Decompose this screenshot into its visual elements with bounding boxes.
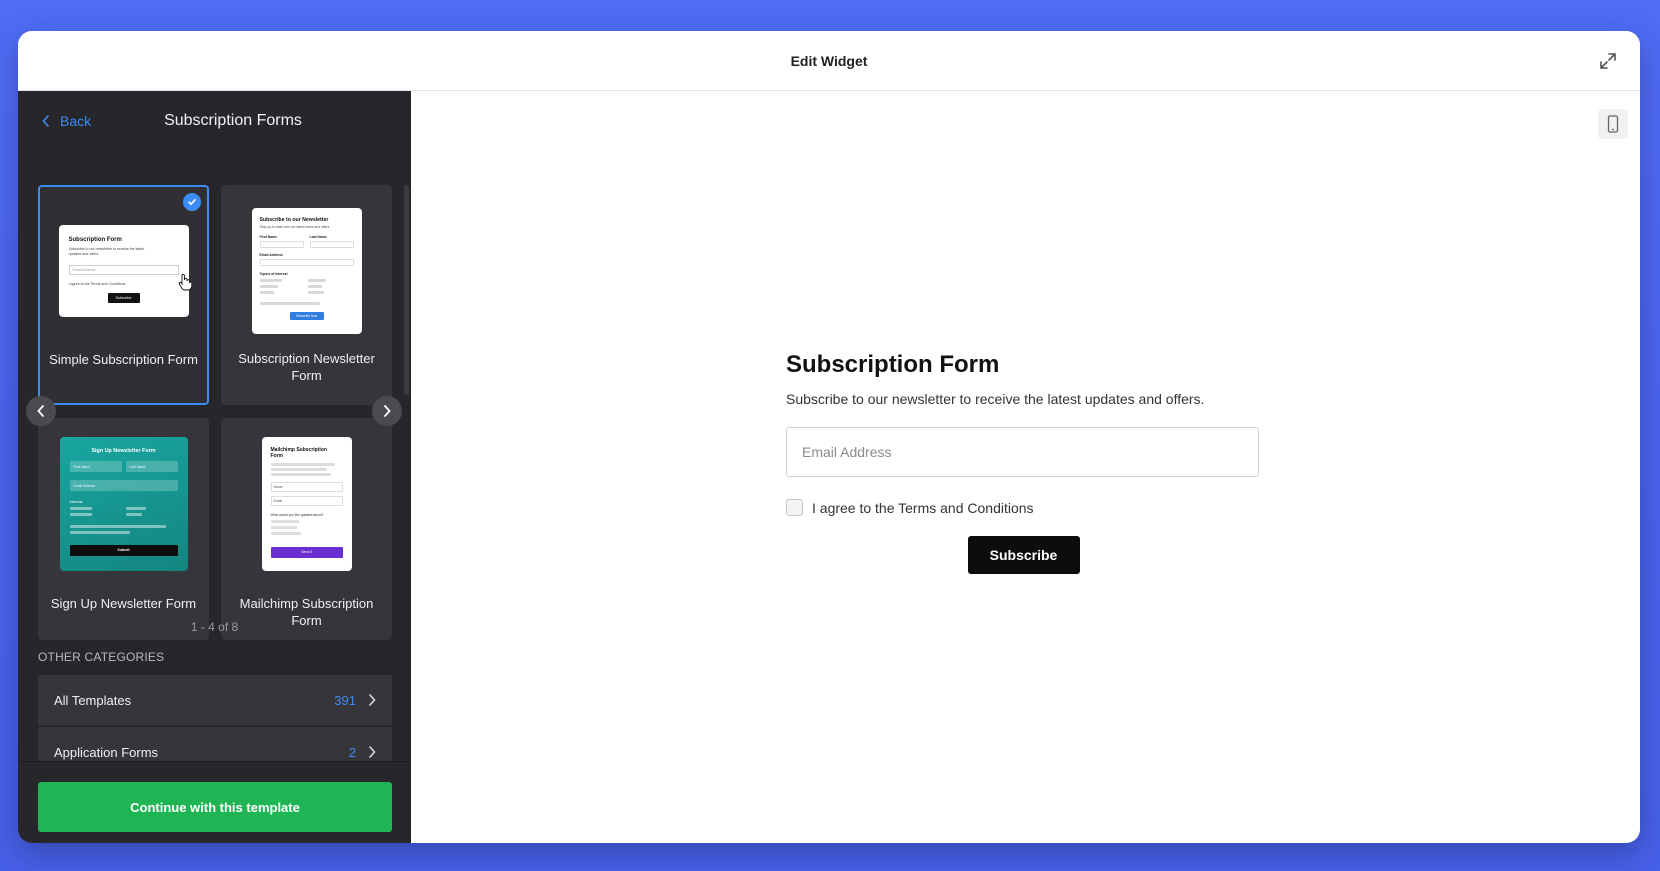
thumb-desc: Subscribe to our newsletter to receive t… [68, 247, 145, 256]
thumb-email: Email Address [73, 484, 96, 488]
thumb-field-label: Email Address [72, 268, 96, 272]
sidebar-title: Subscription Forms [164, 112, 302, 129]
template-thumbnail: Subscription Form Subscribe to our newsl… [58, 225, 189, 317]
thumb-title: Mailchimp Subscription Form [270, 447, 327, 459]
thumb-button-label: Subscribe [115, 296, 132, 300]
mobile-view-button[interactable] [1598, 109, 1628, 139]
thumb-option [69, 507, 92, 510]
template-card-simple-subscription[interactable]: Subscription Form Subscribe to our newsl… [38, 185, 209, 405]
chevron-right-icon [369, 746, 376, 758]
template-card-subscription-newsletter[interactable]: Subscribe to our Newsletter Stay up-to-d… [221, 185, 392, 405]
modal-title: Edit Widget [790, 53, 868, 69]
template-card-mailchimp-subscription[interactable]: Mailchimp Subscription Form Name Email W… [221, 418, 392, 640]
selected-check-icon [183, 193, 201, 211]
template-label: Simple Subscription Form [49, 352, 198, 367]
thumb-desc-line [270, 463, 335, 466]
terms-label: I agree to the Terms and Conditions [812, 499, 1034, 516]
form-title: Subscription Form [786, 351, 1000, 378]
thumb-option [259, 302, 320, 305]
thumb-option [259, 291, 274, 294]
template-label: Sign Up Newsletter Form [50, 596, 197, 611]
page-count: 1 - 4 of 8 [190, 620, 239, 634]
thumb-option [259, 279, 282, 282]
carousel-next-button[interactable] [372, 396, 402, 426]
edit-widget-modal: Edit Widget Back Subscription Forms Subs… [18, 31, 1640, 843]
thumb-field [309, 241, 354, 248]
chevron-left-icon [42, 115, 49, 127]
expand-icon [1600, 53, 1616, 69]
thumb-button-label: Send it [301, 550, 312, 554]
thumb-option [307, 285, 322, 288]
mobile-device-icon [1607, 115, 1619, 133]
thumb-desc-line [270, 468, 327, 471]
thumb-agree: I agree to the Terms and Conditions [68, 282, 126, 286]
thumb-email: Email Address [259, 253, 283, 257]
thumb-button-label: Submit [117, 548, 130, 552]
thumb-option [307, 279, 326, 282]
thumb-email: Email [273, 499, 282, 503]
category-name: All Templates [54, 692, 132, 708]
category-all-templates[interactable]: All Templates 391 [38, 675, 392, 725]
terms-row: I agree to the Terms and Conditions [786, 499, 1261, 516]
thumb-last: Last Name [129, 465, 146, 469]
thumb-option [125, 513, 142, 516]
template-thumbnail: Sign Up Newsletter Form First Name Last … [59, 437, 188, 571]
expand-button[interactable] [1596, 49, 1620, 73]
thumb-desc: Stay up-to-date with our latest news and… [259, 225, 330, 229]
thumb-option [259, 285, 278, 288]
thumb-first-name: First Name [259, 235, 278, 239]
continue-with-template-button[interactable]: Continue with this template [38, 782, 392, 832]
chevron-right-icon [369, 694, 376, 706]
thumb-title: Subscribe to our Newsletter [259, 217, 329, 223]
thumb-field [259, 259, 354, 266]
template-thumbnail: Subscribe to our Newsletter Stay up-to-d… [251, 208, 362, 334]
hand-cursor-icon [178, 273, 192, 291]
sidebar-header: Back Subscription Forms [18, 91, 411, 151]
thumb-last-name: Last Name [309, 235, 327, 239]
carousel-prev-button[interactable] [26, 396, 56, 426]
subscribe-button[interactable]: Subscribe [967, 536, 1080, 574]
thumb-desc-line [270, 473, 331, 476]
thumb-option [69, 513, 92, 516]
category-count: 2 [348, 744, 356, 760]
form-subtitle: Subscribe to our newsletter to receive t… [786, 391, 1205, 407]
thumb-first: First Name [73, 465, 91, 469]
thumb-interests: Interests [69, 500, 83, 504]
template-sidebar: Back Subscription Forms Subscription For… [18, 91, 411, 843]
thumb-option [125, 507, 146, 510]
thumb-topics: Topics of Interest [259, 272, 288, 276]
back-label: Back [60, 113, 92, 129]
thumb-option [270, 520, 299, 523]
other-categories-label: OTHER CATEGORIES [38, 650, 165, 664]
thumb-button-label: Subscribe Now [295, 314, 318, 318]
subscription-form: Subscription Form Subscribe to our newsl… [786, 351, 1261, 574]
chevron-left-icon [37, 405, 44, 417]
template-thumbnail: Mailchimp Subscription Form Name Email W… [261, 437, 352, 571]
sidebar-scrollbar[interactable] [404, 185, 409, 395]
template-card-sign-up-newsletter[interactable]: Sign Up Newsletter Form First Name Last … [38, 418, 209, 640]
thumb-option [270, 532, 301, 535]
thumb-question: What would you like updates about? [270, 513, 324, 517]
template-grid: Subscription Form Subscribe to our newsl… [38, 185, 392, 640]
form-preview: Subscription Form Subscribe to our newsl… [411, 91, 1640, 843]
thumb-option [69, 525, 166, 528]
thumb-option [270, 526, 297, 529]
back-button[interactable]: Back [42, 113, 91, 129]
template-label: Subscription Newsletter Form [238, 351, 375, 383]
thumb-option [307, 291, 324, 294]
email-input[interactable] [786, 427, 1259, 477]
modal-header: Edit Widget [18, 31, 1640, 91]
thumb-name: Name [273, 485, 283, 489]
category-name: Application Forms [54, 744, 159, 760]
thumb-title: Sign Up Newsletter Form [91, 448, 156, 454]
sidebar-footer: Continue with this template [18, 761, 411, 843]
terms-checkbox[interactable] [786, 499, 803, 516]
thumb-option [69, 531, 130, 534]
thumb-field [259, 241, 304, 248]
chevron-right-icon [384, 405, 391, 417]
thumb-title: Subscription Form [68, 237, 122, 243]
category-count: 391 [334, 692, 356, 708]
